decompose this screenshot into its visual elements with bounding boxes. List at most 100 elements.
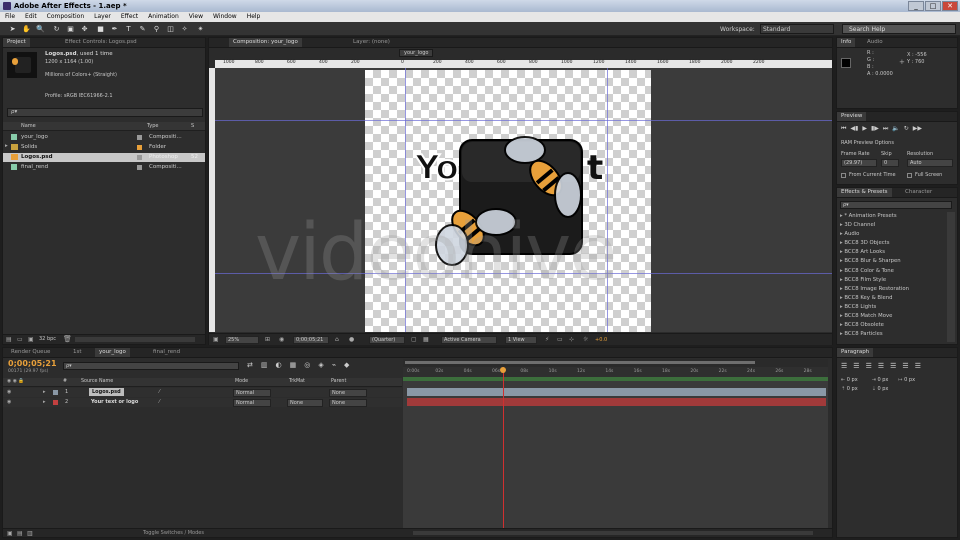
menu-window[interactable]: Window bbox=[208, 12, 242, 22]
new-folder-icon[interactable]: ▭ bbox=[17, 336, 23, 343]
guide-horizontal[interactable] bbox=[215, 120, 832, 121]
visibility-eye-icon[interactable]: ◉ bbox=[7, 389, 11, 395]
column-type[interactable]: Type bbox=[147, 123, 158, 129]
puppet-tool-icon[interactable]: ✴ bbox=[196, 25, 205, 33]
expand-triangle-icon[interactable]: ▸ bbox=[43, 389, 46, 395]
rectangle-tool-icon[interactable]: ■ bbox=[96, 25, 105, 33]
layer-switches[interactable]: ⁄ bbox=[159, 389, 160, 395]
space-after-value[interactable]: 0 px bbox=[877, 386, 888, 392]
menu-help[interactable]: Help bbox=[242, 12, 266, 22]
magnification-select[interactable]: 25% bbox=[225, 336, 259, 344]
tab-render-queue[interactable]: Render Queue bbox=[7, 348, 54, 357]
first-frame-icon[interactable]: ⏮ bbox=[841, 125, 846, 133]
vertical-scrollbar[interactable] bbox=[947, 212, 955, 342]
last-frame-icon[interactable]: ⏭ bbox=[883, 125, 888, 133]
selection-tool-icon[interactable]: ➤ bbox=[8, 25, 17, 33]
menu-layer[interactable]: Layer bbox=[89, 12, 116, 22]
play-icon[interactable]: ▶ bbox=[862, 125, 867, 133]
view-layout-select[interactable]: 1 View bbox=[505, 336, 537, 344]
layer-duration-bar[interactable] bbox=[407, 398, 826, 406]
current-time-indicator[interactable] bbox=[502, 367, 504, 529]
expand-triangle-icon[interactable]: ▸ bbox=[43, 399, 46, 405]
workspace-select[interactable]: Standard bbox=[760, 24, 834, 34]
layer-mode-select[interactable]: Normal bbox=[233, 389, 271, 397]
layer-duration-bar[interactable] bbox=[407, 388, 826, 396]
align-left-icon[interactable]: ☰ bbox=[841, 362, 847, 370]
ram-preview-options[interactable]: RAM Preview Options bbox=[841, 140, 894, 146]
menu-composition[interactable]: Composition bbox=[42, 12, 89, 22]
column-mode[interactable]: Mode bbox=[235, 379, 248, 384]
menu-animation[interactable]: Animation bbox=[143, 12, 184, 22]
camera-tool-icon[interactable]: ▣ bbox=[66, 25, 75, 33]
timeline-icon[interactable]: ▭ bbox=[557, 336, 563, 343]
visibility-eye-icon[interactable]: ◉ bbox=[7, 399, 11, 405]
column-source-name[interactable]: Source Name bbox=[81, 379, 113, 384]
pen-tool-icon[interactable]: ✒ bbox=[110, 25, 119, 33]
tab-1st[interactable]: 1st bbox=[69, 348, 86, 357]
list-item[interactable]: ▸ BCC8 Obsolete bbox=[840, 321, 944, 330]
hand-tool-icon[interactable]: ✋ bbox=[22, 25, 31, 33]
layer-trkmat-select[interactable]: None bbox=[287, 399, 323, 407]
composition-breadcrumb[interactable]: your_logo bbox=[399, 49, 434, 57]
exposure-value[interactable]: +0.0 bbox=[595, 337, 607, 343]
in-out-duration-pane-icon[interactable]: ▥ bbox=[27, 530, 33, 537]
eraser-tool-icon[interactable]: ◫ bbox=[166, 25, 175, 33]
menu-file[interactable]: File bbox=[0, 12, 20, 22]
column-name[interactable]: Name bbox=[21, 123, 36, 129]
tab-your-logo[interactable]: your_logo bbox=[95, 348, 130, 357]
next-frame-icon[interactable]: ▮▶ bbox=[871, 125, 879, 133]
tab-info[interactable]: Info bbox=[837, 38, 856, 47]
roto-brush-tool-icon[interactable]: ✧ bbox=[180, 25, 189, 33]
maximize-button[interactable]: □ bbox=[925, 1, 941, 11]
layer-label-color[interactable] bbox=[53, 400, 58, 405]
tab-composition[interactable]: Composition: your_logo bbox=[229, 38, 302, 47]
from-current-time-checkbox[interactable] bbox=[841, 172, 846, 178]
current-time-display[interactable]: 0;00;05;21 bbox=[293, 336, 329, 344]
list-item[interactable]: ▸ BCC8 Match Move bbox=[840, 312, 944, 321]
indent-left-value[interactable]: 0 px bbox=[847, 377, 858, 383]
menu-view[interactable]: View bbox=[184, 12, 208, 22]
indent-right-value[interactable]: 0 px bbox=[877, 377, 888, 383]
list-item[interactable]: ▸ BCC8 3D Objects bbox=[840, 239, 944, 248]
list-item[interactable]: ▸ Solids Folder bbox=[3, 143, 205, 152]
show-channel-icon[interactable]: ● bbox=[349, 336, 354, 343]
list-item-selected[interactable]: Logos.psd Photoshop 52 bbox=[3, 153, 205, 162]
new-composition-icon[interactable]: ▣ bbox=[28, 336, 34, 343]
safe-zones-icon[interactable]: ⊞ bbox=[265, 336, 270, 343]
camera-snapshot-icon[interactable]: ⌂ bbox=[335, 336, 339, 343]
layer-mode-select[interactable]: Normal bbox=[233, 399, 271, 407]
align-center-icon[interactable]: ☰ bbox=[853, 362, 859, 370]
effects-search-input[interactable]: ρ▾ bbox=[840, 201, 952, 209]
motion-blur-icon[interactable]: ◎ bbox=[304, 361, 310, 369]
hide-shy-layers-icon[interactable]: ◐ bbox=[276, 361, 282, 369]
interpret-footage-icon[interactable]: ▤ bbox=[6, 336, 12, 343]
fast-previews-icon[interactable]: ⚡ bbox=[545, 336, 549, 343]
zoom-tool-icon[interactable]: 🔍 bbox=[36, 25, 45, 33]
list-item[interactable]: ▸ 3D Channel bbox=[840, 221, 944, 230]
align-right-icon[interactable]: ☰ bbox=[866, 362, 872, 370]
time-ruler[interactable]: 0:00s 02s 04s 06s 08s 10s 12s 14s 16s 18s 20s 22s 24… bbox=[403, 367, 828, 377]
label-color-swatch[interactable] bbox=[137, 155, 142, 160]
brush-tool-icon[interactable]: ✎ bbox=[138, 25, 147, 33]
previous-frame-icon[interactable]: ◀▮ bbox=[850, 125, 858, 133]
loop-icon[interactable]: ↻ bbox=[904, 125, 909, 133]
work-area-bar[interactable] bbox=[403, 359, 828, 367]
reset-exposure-icon[interactable]: ☼ bbox=[583, 336, 588, 343]
frame-rate-select[interactable]: (29.97) bbox=[841, 159, 877, 167]
justify-last-left-icon[interactable]: ☰ bbox=[878, 362, 884, 370]
draft-3d-icon[interactable]: ▥ bbox=[261, 361, 268, 369]
menu-edit[interactable]: Edit bbox=[20, 12, 42, 22]
list-item[interactable]: ▸ BCC8 Image Restoration bbox=[840, 285, 944, 294]
skip-select[interactable]: 0 bbox=[881, 159, 899, 167]
layer-label-color[interactable] bbox=[53, 390, 58, 395]
table-row[interactable]: ◉ ▸ 2 Your text or logo ⁄ Normal None No… bbox=[3, 398, 402, 407]
toggle-transparency-grid-icon[interactable]: ▦ bbox=[423, 336, 429, 343]
clone-stamp-tool-icon[interactable]: ⚲ bbox=[152, 25, 161, 33]
list-item[interactable]: ▸ BCC8 Particles bbox=[840, 330, 944, 339]
list-item[interactable]: ▸ BCC8 Blur & Sharpen bbox=[840, 257, 944, 266]
flowchart-icon[interactable]: ⊹ bbox=[569, 336, 574, 343]
column-size[interactable]: S bbox=[191, 123, 194, 129]
timeline-search-input[interactable]: ρ▾ bbox=[63, 362, 239, 370]
type-tool-icon[interactable]: T bbox=[124, 25, 133, 33]
layer-parent-select[interactable]: None bbox=[329, 399, 367, 407]
